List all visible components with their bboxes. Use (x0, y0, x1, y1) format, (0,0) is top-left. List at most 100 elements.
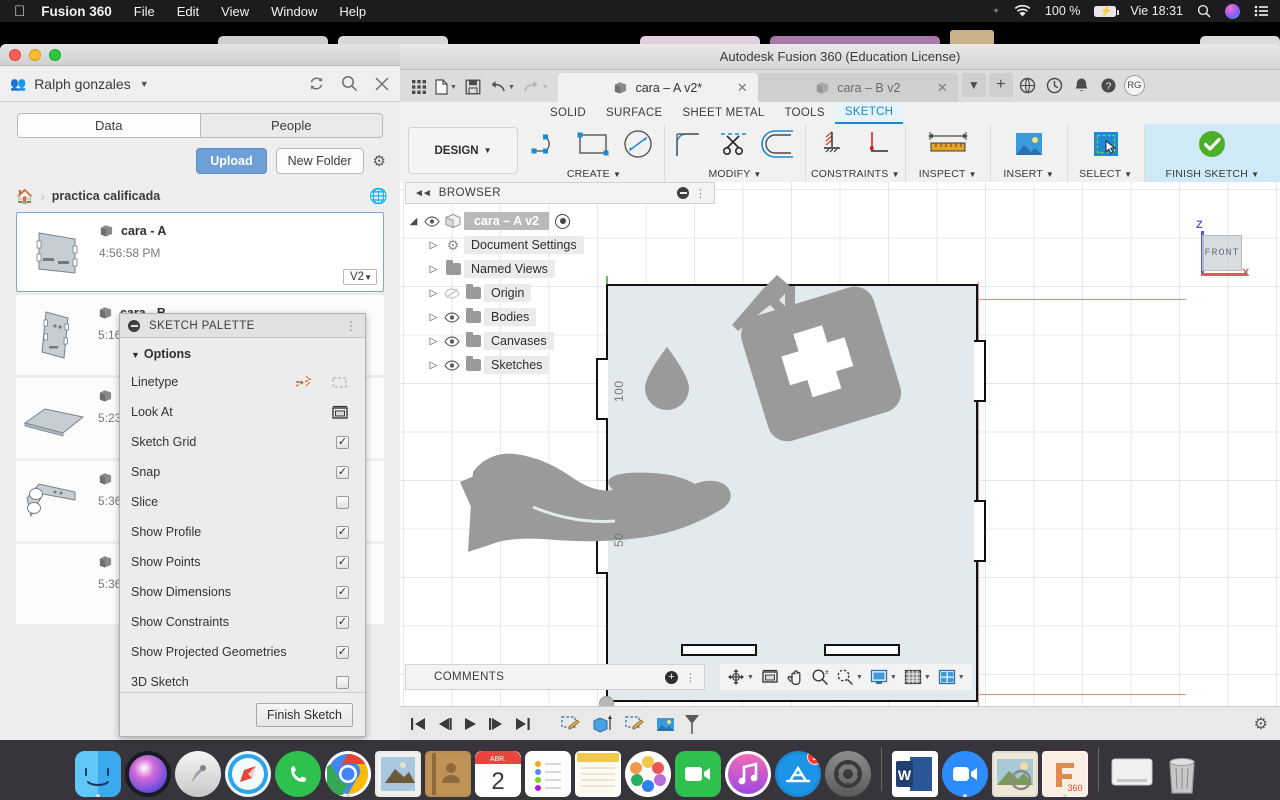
redo-icon[interactable]: ▼ (520, 78, 552, 96)
palette-row-show-constraints[interactable]: Show Constraints ✓ (120, 607, 365, 637)
triangle-right-icon[interactable]: ▷ (425, 264, 442, 275)
palette-row-slice[interactable]: Slice (120, 487, 365, 517)
sketch-palette-titlebar[interactable]: SKETCH PALETTE ⋮ (120, 314, 365, 338)
show-dimensions-checkbox[interactable]: ✓ (336, 585, 349, 599)
dock-item-launchpad[interactable] (175, 751, 221, 797)
list-item[interactable]: cara - A 4:56:58 PM V2▼ (16, 212, 384, 292)
ribbon-group-label-constraints[interactable]: CONSTRAINTS ▼ (811, 168, 900, 180)
tab-solid[interactable]: SOLID (540, 102, 596, 124)
pan-icon[interactable] (783, 665, 807, 689)
dock-item-facetime[interactable] (675, 751, 721, 797)
dock-item-zoom[interactable] (942, 751, 988, 797)
comments-bar[interactable]: COMMENTS + ⋮ (405, 664, 705, 690)
insert-image-icon[interactable] (1008, 125, 1050, 163)
play-icon[interactable] (462, 717, 479, 731)
dock-item-app-store[interactable]: 2 (775, 751, 821, 797)
linetype-centerline-icon[interactable] (331, 375, 349, 390)
workspace-selector[interactable]: DESIGN ▼ (408, 127, 518, 174)
close-icon[interactable] (374, 76, 390, 92)
triangle-right-icon[interactable]: ▷ (425, 336, 442, 347)
wifi-icon[interactable] (1014, 4, 1031, 18)
palette-row-look-at[interactable]: Look At (120, 397, 365, 427)
offset-icon[interactable] (758, 125, 800, 163)
upload-button[interactable]: Upload (196, 148, 267, 174)
show-points-checkbox[interactable]: ✓ (336, 555, 349, 569)
vertical-constraint-icon[interactable] (855, 125, 897, 163)
dock-item-safari[interactable] (225, 751, 271, 797)
dock-item-siri[interactable] (125, 751, 171, 797)
line-icon[interactable] (529, 125, 571, 163)
chevron-down-icon[interactable]: ▼ (542, 84, 549, 91)
menu-bar-clock[interactable]: Vie 18:31 (1130, 4, 1183, 18)
close-window-button[interactable] (9, 48, 21, 61)
browser-node-label[interactable]: Named Views (464, 260, 555, 278)
jump-to-beginning-icon[interactable] (410, 717, 427, 731)
ribbon-group-label-modify[interactable]: MODIFY ▼ (670, 168, 800, 180)
fix-constraint-icon[interactable] (811, 125, 853, 163)
dock-item-system-preferences[interactable] (825, 751, 871, 797)
eye-icon[interactable] (442, 311, 462, 323)
dock-item-preview[interactable] (992, 751, 1038, 797)
tab-data[interactable]: Data (17, 113, 200, 138)
eye-icon[interactable] (422, 215, 442, 227)
apple-menu-icon[interactable]:  (14, 4, 25, 19)
snap-checkbox[interactable]: ✓ (336, 465, 349, 479)
browser-node-canvases[interactable]: ▷ Canvases (405, 329, 715, 353)
browser-node-label[interactable]: Document Settings (464, 236, 584, 254)
triangle-right-icon[interactable]: ▷ (425, 288, 442, 299)
options-section-header[interactable]: ▼ Options (120, 338, 365, 367)
help-icon[interactable]: ? (1097, 77, 1121, 94)
timeline-settings-gear-icon[interactable]: ⚙ (1254, 714, 1268, 734)
notifications-bell-icon[interactable] (1070, 77, 1094, 94)
orbit-icon[interactable]: ▼ (724, 665, 757, 689)
eye-off-icon[interactable] (442, 287, 462, 299)
rectangle-icon[interactable] (573, 125, 615, 163)
minimize-window-button[interactable] (29, 48, 41, 61)
ribbon-group-label-finish-sketch[interactable]: FINISH SKETCH ▼ (1150, 168, 1275, 180)
three-d-sketch-checkbox[interactable] (336, 675, 349, 689)
extrude-feature-icon[interactable] (590, 714, 614, 734)
sketch-grid-checkbox[interactable]: ✓ (336, 435, 349, 449)
dock-item-mail[interactable] (375, 751, 421, 797)
chevron-down-icon[interactable]: ▼ (856, 674, 863, 681)
browser-node-label[interactable]: Origin (484, 284, 532, 302)
dock-item-downloads-stack[interactable] (1109, 751, 1155, 797)
grid-snap-icon[interactable]: ▼ (901, 665, 934, 689)
sketch2-feature-icon[interactable] (623, 714, 645, 734)
avatar[interactable]: RG (1123, 74, 1145, 96)
ribbon-group-label-create[interactable]: CREATE ▼ (529, 168, 659, 180)
tab-sheet-metal[interactable]: SHEET METAL (672, 102, 774, 124)
browser-node-origin[interactable]: ▷ Origin (405, 281, 715, 305)
browser-node-label[interactable]: Bodies (484, 308, 537, 326)
triangle-right-icon[interactable]: ▷ (425, 360, 442, 371)
activate-radio-icon[interactable] (555, 213, 571, 229)
palette-row-sketch-grid[interactable]: Sketch Grid ✓ (120, 427, 365, 457)
menu-item-view[interactable]: View (221, 4, 249, 19)
palette-row-snap[interactable]: Snap ✓ (120, 457, 365, 487)
view-cube-front-face[interactable]: FRONT (1202, 235, 1242, 271)
slice-checkbox[interactable] (336, 495, 349, 509)
canvas-feature-icon[interactable] (654, 714, 676, 734)
show-constraints-checkbox[interactable]: ✓ (336, 615, 349, 629)
fillet-icon[interactable] (670, 125, 712, 163)
browser-node-sketches[interactable]: ▷ Sketches (405, 353, 715, 377)
spotlight-search-icon[interactable] (1197, 4, 1211, 18)
circle-diameter-icon[interactable] (617, 125, 659, 163)
globe-icon[interactable]: 🌐 (369, 187, 388, 205)
new-tab-icon[interactable]: + (988, 73, 1013, 97)
dock-item-photos[interactable] (625, 751, 671, 797)
grip-icon[interactable]: ⋮ (345, 319, 357, 333)
siri-icon[interactable] (1225, 3, 1240, 19)
palette-row-show-dimensions[interactable]: Show Dimensions ✓ (120, 577, 365, 607)
palette-row-linetype[interactable]: Linetype (120, 367, 365, 397)
community-icon[interactable] (1016, 77, 1040, 94)
trim-scissors-icon[interactable] (714, 125, 756, 163)
collapse-icon[interactable] (128, 319, 140, 332)
chevron-down-icon[interactable]: ▼ (140, 79, 149, 89)
browser-node-bodies[interactable]: ▷ Bodies (405, 305, 715, 329)
maximize-window-button[interactable] (49, 48, 61, 61)
breadcrumb-current-folder[interactable]: practica calificada (52, 189, 160, 203)
grip-icon[interactable]: ⋮ (695, 187, 706, 200)
select-window-icon[interactable] (1085, 125, 1127, 163)
minimize-icon[interactable] (677, 187, 689, 199)
